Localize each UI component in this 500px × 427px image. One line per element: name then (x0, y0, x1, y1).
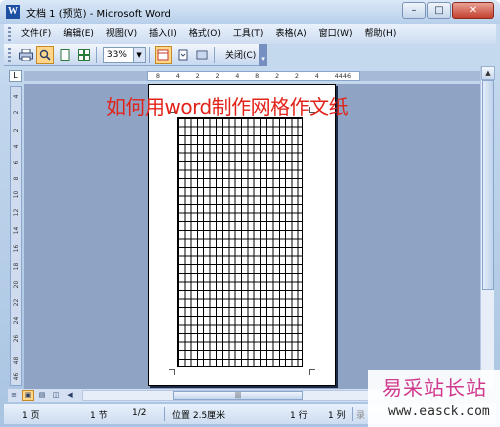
preview-page[interactable] (148, 84, 336, 386)
watermark-url: www.easck.com (388, 404, 490, 419)
status-column: 1 列 (328, 411, 346, 421)
horizontal-ruler-margin-left (24, 71, 147, 81)
status-divider (164, 407, 165, 421)
scroll-up-arrow-icon[interactable]: ▲ (481, 66, 495, 80)
vertical-scrollbar[interactable]: ▲ (480, 66, 495, 388)
menu-window[interactable]: 窗口(W) (313, 24, 359, 44)
horizontal-ruler-margin-right (360, 71, 480, 81)
toolbar-separator (95, 46, 97, 63)
ruler-tick: 2 (215, 72, 220, 80)
ruler-tick: 8 (155, 72, 160, 80)
ruler-tick: 18 (13, 262, 20, 271)
full-screen-icon[interactable] (194, 46, 212, 64)
toolbar-separator (148, 46, 150, 63)
ruler-tick: 24 (13, 316, 20, 325)
chevron-down-icon[interactable]: ▼ (132, 47, 145, 62)
toolbar-grip-handle[interactable] (8, 47, 11, 62)
shrink-to-fit-icon[interactable] (174, 46, 192, 64)
one-page-icon[interactable] (56, 46, 74, 64)
vertical-scroll-thumb[interactable] (482, 80, 494, 290)
ruler-tick: 2 (275, 72, 280, 80)
menu-insert[interactable]: 插入(I) (143, 24, 183, 44)
window-controls: – □ ✕ (402, 2, 494, 19)
ruler-tick: 4 (235, 72, 240, 80)
menu-file[interactable]: 文件(F) (15, 24, 57, 44)
ruler-tick: 10 (13, 190, 20, 199)
ruler-tick: 4 (314, 72, 319, 80)
maximize-button[interactable]: □ (427, 2, 451, 19)
menu-bar: 文件(F) 编辑(E) 视图(V) 插入(I) 格式(O) 工具(T) 表格(A… (4, 24, 496, 44)
view-ruler-icon[interactable] (154, 45, 173, 64)
status-divider (352, 407, 353, 421)
ruler-tick: 4 (175, 72, 180, 80)
ruler-tick: 16 (13, 244, 20, 253)
ruler-tick: 8 (13, 176, 20, 181)
scroll-left-arrow-icon[interactable]: ◀ (64, 390, 76, 401)
word-app-icon[interactable]: W (6, 5, 20, 19)
word-window: W 文档 1 (预览) - Microsoft Word – □ ✕ 文件(F)… (0, 0, 500, 427)
print-icon[interactable] (17, 46, 35, 64)
overlay-title: 如何用word制作网格作文纸 (106, 95, 349, 119)
margin-corner-mark (309, 369, 315, 375)
ruler-tick: 12 (13, 208, 20, 217)
window-title: 文档 1 (预览) - Microsoft Word (26, 8, 171, 20)
status-page: 1 页 (22, 411, 40, 421)
site-watermark: 易采站长站 www.easck.com (368, 370, 500, 427)
zoom-value: 33% (106, 49, 127, 60)
ruler-tick: 2 (294, 72, 300, 80)
ruler-tick: 4446 (334, 72, 352, 80)
menu-grip-handle[interactable] (8, 27, 11, 41)
close-preview-button[interactable]: 关闭(C) (222, 48, 259, 61)
menu-tools[interactable]: 工具(T) (227, 24, 270, 44)
vertical-ruler[interactable]: 4 2 2 4 6 8 10 12 14 16 18 20 22 24 26 4… (10, 86, 22, 386)
zoom-select[interactable]: 33% ▼ (102, 46, 146, 63)
status-record-macro[interactable]: 录 (356, 408, 365, 421)
minimize-button[interactable]: – (402, 2, 426, 19)
status-page-of: 1/2 (132, 408, 147, 418)
ruler-tick: 8 (255, 72, 260, 80)
ruler-tick: 46 (13, 372, 20, 381)
tab-selector[interactable]: L (9, 70, 22, 82)
writing-grid (177, 117, 303, 367)
close-window-button[interactable]: ✕ (452, 2, 494, 19)
ruler-tick: 20 (13, 280, 20, 289)
horizontal-scroll-thumb[interactable]: ||| (173, 391, 303, 400)
menu-help[interactable]: 帮助(H) (359, 24, 403, 44)
normal-view-icon[interactable]: ≡ (8, 390, 20, 401)
ruler-tick: 6 (13, 160, 20, 165)
toolbar-separator (214, 46, 215, 63)
ruler-tick: 22 (13, 298, 20, 307)
menu-format[interactable]: 格式(O) (183, 24, 227, 44)
menu-view[interactable]: 视图(V) (100, 24, 143, 44)
ruler-tick: 48 (13, 356, 20, 365)
ruler-tick: 2 (13, 110, 20, 115)
web-layout-view-icon[interactable]: ▣ (22, 390, 34, 401)
print-preview-toolbar: 33% ▼ 关闭(C) ▾ (4, 43, 268, 66)
status-line: 1 行 (290, 411, 308, 421)
status-section: 1 节 (90, 411, 108, 421)
ruler-tick: 4 (13, 144, 20, 149)
ruler-tick: 4 (13, 94, 20, 99)
margin-corner-mark (169, 369, 175, 375)
magnifier-icon[interactable] (36, 45, 54, 64)
ruler-tick: 14 (13, 226, 20, 235)
toolbar-options-icon[interactable]: ▾ (259, 43, 268, 66)
menu-table[interactable]: 表格(A) (269, 24, 312, 44)
title-bar: W 文档 1 (预览) - Microsoft Word – □ ✕ (0, 0, 500, 24)
horizontal-ruler[interactable]: 8 4 2 2 4 8 2 2 4 4446 (147, 71, 360, 81)
print-layout-view-icon[interactable]: ▤ (36, 390, 48, 401)
multiple-pages-icon[interactable] (75, 46, 93, 64)
outline-view-icon[interactable]: ◫ (50, 390, 62, 401)
ruler-tick: 2 (13, 128, 20, 133)
watermark-site-name: 易采站长站 (382, 376, 487, 400)
menu-edit[interactable]: 编辑(E) (57, 24, 100, 44)
status-position: 位置 2.5厘米 (172, 411, 226, 421)
ruler-tick: 2 (195, 72, 200, 80)
ruler-tick: 26 (13, 334, 20, 343)
